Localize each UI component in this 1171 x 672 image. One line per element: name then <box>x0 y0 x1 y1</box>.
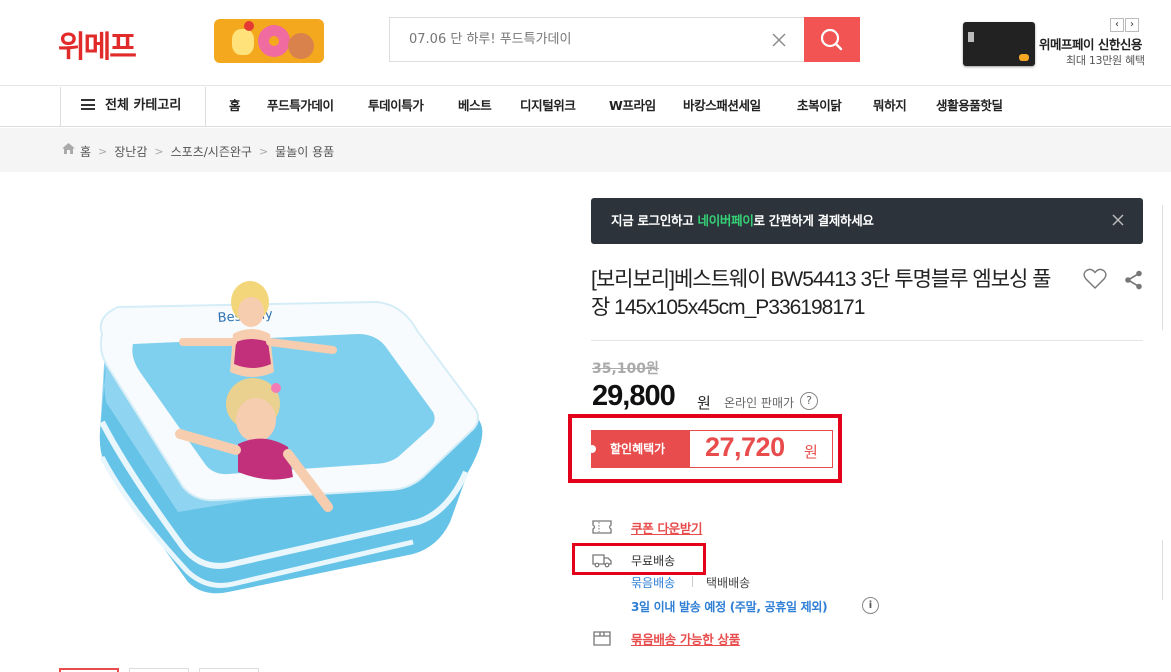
breadcrumb-sports[interactable]: 스포츠/시즌완구 <box>171 143 252 160</box>
main-nav: 전체 카테고리 홈 푸드특가데이 투데이특가 베스트 디지털위크 W프라임 바캉… <box>0 87 1171 127</box>
info-icon[interactable]: i <box>862 597 879 614</box>
breadcrumb-toys[interactable]: 장난감 <box>114 143 147 160</box>
product-image[interactable]: Bestway <box>88 272 483 602</box>
home-icon <box>62 143 75 154</box>
nav-item-digital-week[interactable]: 디지털위크 <box>520 87 576 127</box>
thumbnail[interactable] <box>199 668 259 672</box>
breadcrumb-bar: 홈 > 장난감 > 스포츠/시즌완구 > 물놀이 용품 <box>0 128 1171 172</box>
ad-subtitle: 최대 13만원 혜택 <box>1066 54 1145 67</box>
truck-icon <box>592 554 612 568</box>
shipping-schedule: 3일 이내 발송 예정 (주말, 공휴일 제외) <box>631 600 828 614</box>
divider <box>692 576 693 587</box>
banner-prefix: 지금 로그인하고 <box>611 213 698 228</box>
hamburger-icon <box>81 99 95 110</box>
divider <box>591 340 1143 341</box>
close-icon[interactable] <box>770 31 788 49</box>
sale-price: 29,800 <box>592 380 676 412</box>
bundle-shipping-label[interactable]: 묶음배송 <box>631 574 675 591</box>
side-widget[interactable] <box>1162 540 1171 600</box>
chevron-right-icon: > <box>98 145 108 158</box>
discount-price: 27,720 <box>705 432 785 462</box>
nav-item-best[interactable]: 베스트 <box>458 87 492 127</box>
thumbnail[interactable] <box>59 668 119 672</box>
ad-pager: ‹ › <box>1110 12 1140 32</box>
search-button[interactable] <box>804 17 860 62</box>
nav-item-home[interactable]: 홈 <box>229 87 241 127</box>
nav-item-w-prime[interactable]: W프라임 <box>609 87 656 127</box>
breadcrumb-water-play[interactable]: 물놀이 용품 <box>275 143 334 160</box>
discount-unit: 원 <box>804 443 818 461</box>
search-bar <box>389 17 860 62</box>
nav-item-living-deal[interactable]: 생활용품핫딜 <box>936 87 1003 127</box>
coupon-download-link[interactable]: 쿠폰 다운받기 <box>631 518 703 537</box>
coupon-icon <box>592 520 612 534</box>
header: 위메프 ‹› 위메프페이 신한신용 최대 13만원 혜택 <box>0 0 1171 86</box>
bundle-products-link[interactable]: 묶음배송 가능한 상품 <box>631 629 740 648</box>
breadcrumb-home[interactable]: 홈 <box>80 143 91 160</box>
price-unit: 원 <box>697 394 711 412</box>
logo[interactable]: 위메프 <box>58 22 137 66</box>
product-title: [보리보리]베스트웨이 BW54413 3단 투명블루 엠보싱 풀장 145x1… <box>591 268 1052 319</box>
ad-prev-button[interactable]: ‹ <box>1110 18 1124 32</box>
box-icon <box>593 631 611 646</box>
free-shipping-label: 무료배송 <box>631 554 676 568</box>
parcel-shipping-label: 택배배송 <box>706 576 751 590</box>
chevron-right-icon: > <box>154 145 164 158</box>
ad-next-button[interactable]: › <box>1125 18 1139 32</box>
online-price-label: 온라인 판매가 <box>724 396 795 410</box>
nav-item-chobok[interactable]: 초복이닭 <box>797 87 842 127</box>
nav-item-today-deal[interactable]: 투데이특가 <box>368 87 424 127</box>
breadcrumb: 홈 > 장난감 > 스포츠/시즌완구 > 물놀이 용품 <box>62 143 334 160</box>
search-input[interactable] <box>390 18 800 61</box>
close-icon[interactable] <box>1111 213 1125 227</box>
banner-suffix: 로 간편하게 결제하세요 <box>753 213 874 228</box>
nav-item-mwohaji[interactable]: 뭐하지 <box>873 87 907 127</box>
original-price: 35,100원 <box>592 361 659 377</box>
question-icon[interactable]: ? <box>800 392 818 410</box>
credit-card-image[interactable] <box>963 22 1035 66</box>
discount-label: 할인혜택가 <box>588 431 690 467</box>
discount-price-box: 할인혜택가 27,720 원 <box>588 430 833 468</box>
banner-naverpay: 네이버페이 <box>697 213 754 228</box>
all-categories-button[interactable]: 전체 카테고리 <box>60 87 206 127</box>
search-icon <box>820 28 843 51</box>
chevron-right-icon: > <box>258 145 269 158</box>
heart-icon[interactable] <box>1083 268 1107 290</box>
share-icon[interactable] <box>1124 270 1144 290</box>
login-banner[interactable]: 지금 로그인하고 네이버페이로 간편하게 결제하세요 <box>591 198 1143 244</box>
all-categories-label: 전체 카테고리 <box>105 98 182 113</box>
ad-title[interactable]: 위메프페이 신한신용 <box>1039 34 1142 53</box>
promo-banner[interactable] <box>214 19 324 63</box>
side-widget[interactable] <box>1162 205 1171 330</box>
nav-item-vacance-sale[interactable]: 바캉스패션세일 <box>683 87 761 127</box>
thumbnail[interactable] <box>129 668 189 672</box>
nav-item-food-deal[interactable]: 푸드특가데이 <box>267 87 334 127</box>
